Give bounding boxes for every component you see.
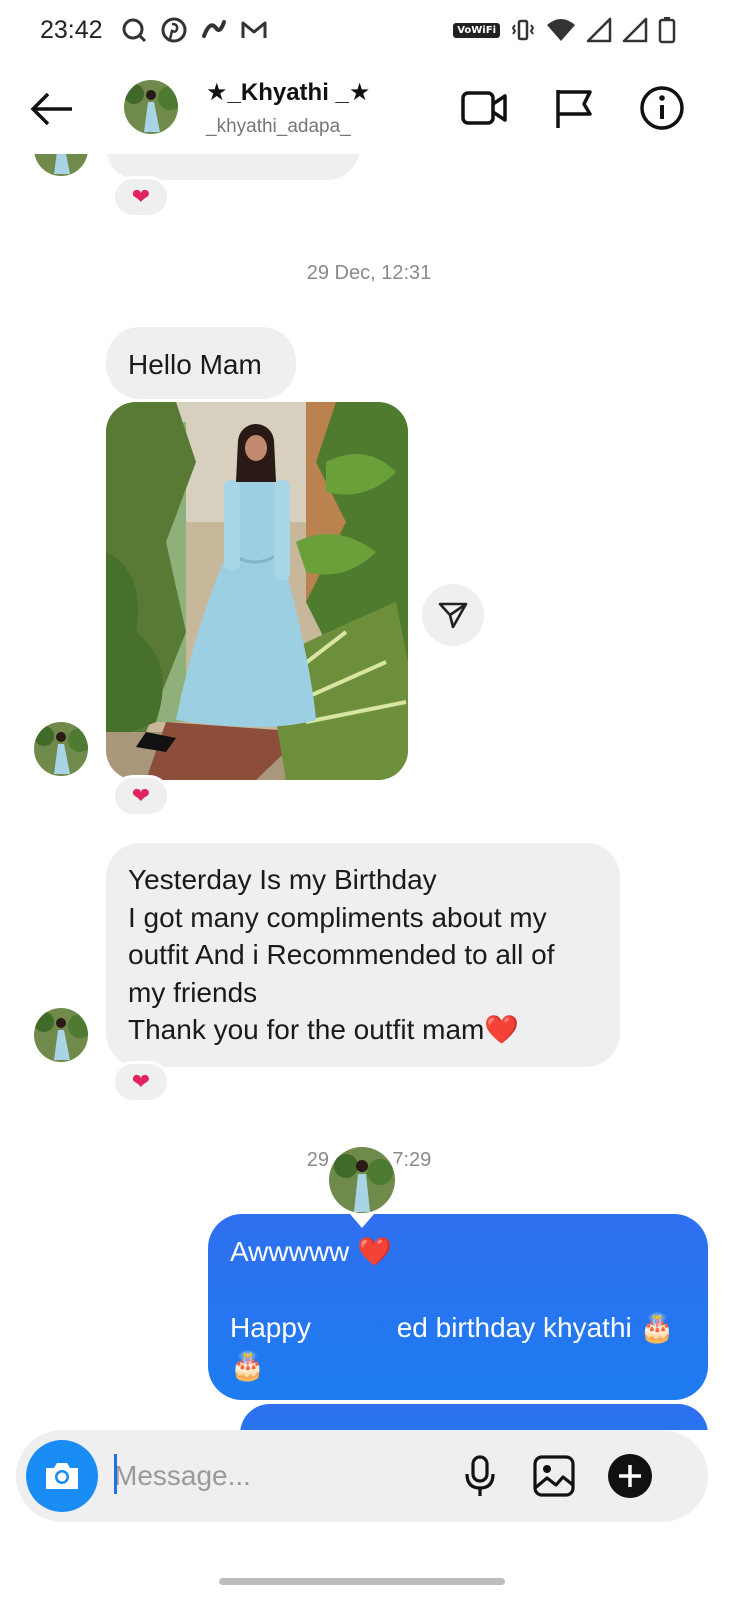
heart-icon: ❤ [131,783,151,808]
text-cursor [114,1454,117,1494]
heart-reaction[interactable]: ❤ [112,775,170,817]
signal-icon [622,17,648,43]
message-thread[interactable]: ❤ 29 Dec, 12:31 Hello Mam ❤ Yesterday Is… [0,154,738,1430]
microphone-icon[interactable] [456,1452,504,1500]
video-call-icon[interactable] [460,84,508,132]
volte-badge: VoWiFi [453,22,500,38]
chat-header: ★_Khyathi _★ _khyathi_adapa_ [0,64,738,154]
message-line: Thank you for the outfit mam❤️ [128,1014,520,1045]
message-text: Hello Mam [128,349,262,380]
incoming-message[interactable]: Yesterday Is my Birthday I got many comp… [106,843,620,1067]
contact-avatar[interactable] [124,80,178,134]
info-icon[interactable] [638,84,686,132]
message-input[interactable] [114,1454,434,1498]
sender-avatar[interactable] [34,1008,88,1062]
outgoing-message-partial[interactable] [240,1404,708,1430]
gallery-icon[interactable] [530,1452,578,1500]
message-line: Awwwww ❤️ [230,1236,392,1267]
timestamp: 29 Dec, 12:31 [306,262,432,284]
contact-username[interactable]: _khyathi_adapa_ [206,116,351,138]
seen-avatar-indicator [324,1142,400,1228]
share-button[interactable] [422,584,484,646]
sender-avatar[interactable] [34,154,88,176]
heart-reaction[interactable]: ❤ [112,1061,170,1103]
photo-message[interactable] [106,402,408,780]
status-time: 23:42 [40,16,103,44]
app-icon [202,20,226,38]
system-icons: VoWiFi [453,16,676,44]
incoming-message[interactable]: Hello Mam [106,327,296,399]
battery-icon [658,17,676,44]
gmail-icon [241,21,267,38]
contact-display-name[interactable]: ★_Khyathi _★ [206,78,370,107]
heart-reaction[interactable]: ❤ [112,176,170,218]
search-circle-icon [122,18,147,43]
camera-icon [46,1463,78,1489]
notification-icons [120,16,268,44]
message-text-end: ed birthday khyathi 🎂 [396,1312,675,1343]
message-line: outfit And i Recommended to all of [128,939,555,970]
sender-avatar[interactable] [34,722,88,776]
add-icon[interactable] [606,1452,654,1500]
home-indicator[interactable] [219,1578,505,1585]
report-flag-icon[interactable] [550,84,598,132]
send-icon [438,602,468,629]
message-line: my friends [128,976,258,1008]
message-line: I got many compliments about my [128,901,547,933]
message-line: Yesterday Is my Birthday [128,864,437,895]
camera-button[interactable] [26,1440,98,1512]
back-arrow-icon[interactable] [26,84,76,134]
message-text-start: Happy [230,1312,319,1343]
heart-icon: ❤ [131,184,151,209]
message-line: 🎂 [230,1350,265,1381]
status-bar: 23:42 VoWiFi [0,0,738,64]
signal-icon [586,17,612,43]
wifi-icon [547,19,575,41]
message-composer [16,1430,708,1522]
pinterest-icon [161,17,187,43]
vibrate-icon [511,19,535,41]
heart-icon: ❤ [131,1069,151,1094]
outgoing-message[interactable]: Awwwww ❤️ Happy ed birthday khyathi 🎂 🎂 [208,1214,708,1400]
